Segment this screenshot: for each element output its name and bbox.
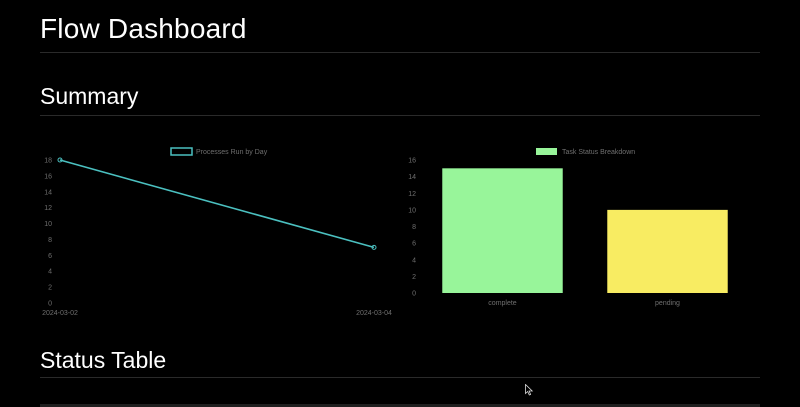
y-tick-label: 14 [408, 174, 416, 181]
y-tick-label: 10 [44, 221, 52, 228]
summary-heading: Summary [40, 83, 139, 109]
y-tick-label: 6 [48, 253, 52, 260]
line-chart-svg: Processes Run by Day 0 2 4 6 8 10 12 14 16 18 2024-… [42, 147, 392, 317]
x-tick-label: 2024-03-02 [42, 310, 78, 317]
x-tick-label: 2024-03-04 [356, 310, 392, 317]
y-tick-label: 18 [44, 158, 52, 165]
legend-swatch [170, 147, 193, 156]
x-tick-label: complete [488, 300, 517, 307]
dashboard-page: Flow Dashboard Summary Processes Run by … [0, 0, 800, 407]
y-tick-label: 12 [408, 191, 416, 198]
y-tick-label: 4 [412, 257, 416, 264]
page-title: Flow Dashboard [40, 13, 247, 44]
legend-label: Processes Run by Day [196, 149, 268, 156]
processes-line-chart: Processes Run by Day 0 2 4 6 8 10 12 14 16 18 2024-… [28, 140, 398, 325]
summary-divider [40, 115, 760, 116]
y-tick-label: 0 [48, 301, 52, 308]
y-tick-label: 16 [408, 158, 416, 165]
y-tick-label: 8 [48, 237, 52, 244]
status-table-heading: Status Table [40, 347, 167, 373]
bar-complete [442, 168, 563, 293]
bar-chart-svg: Task Status Breakdown 0 2 4 6 8 10 12 14 16 comple… [408, 148, 728, 307]
bar-chart-legend: Task Status Breakdown [536, 148, 635, 156]
legend-label: Task Status Breakdown [562, 149, 635, 156]
mouse-cursor-icon [525, 384, 534, 396]
y-tick-label: 12 [44, 205, 52, 212]
y-tick-label: 8 [412, 224, 416, 231]
y-tick-label: 14 [44, 189, 52, 196]
y-tick-label: 4 [48, 269, 52, 276]
task-status-bar-chart: Task Status Breakdown 0 2 4 6 8 10 12 14 16 comple… [398, 140, 760, 325]
bar-pending [607, 209, 728, 293]
y-tick-label: 2 [412, 274, 416, 281]
y-tick-label: 2 [48, 285, 52, 292]
x-tick-label: pending [655, 300, 680, 307]
legend-swatch [536, 148, 557, 155]
line-chart-legend: Processes Run by Day [170, 147, 268, 156]
status-table-divider [40, 377, 760, 378]
y-tick-label: 16 [44, 173, 52, 180]
y-tick-label: 6 [412, 241, 416, 248]
y-tick-label: 0 [412, 291, 416, 298]
y-tick-label: 10 [408, 207, 416, 214]
title-divider [40, 52, 760, 53]
series-line [59, 159, 375, 249]
